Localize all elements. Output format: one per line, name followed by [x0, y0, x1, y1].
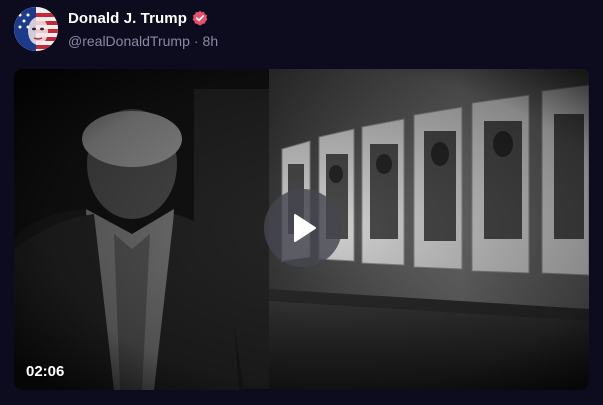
video-player[interactable]: 02:06 — [14, 69, 589, 390]
post-header: Donald J. Trump @realDonaldTrump · 8h — [14, 6, 218, 52]
avatar-image — [14, 7, 58, 51]
author-handle[interactable]: @realDonaldTrump — [68, 33, 190, 49]
play-icon — [294, 214, 316, 242]
play-button[interactable] — [264, 189, 342, 267]
post-meta: Donald J. Trump @realDonaldTrump · 8h — [68, 7, 218, 51]
avatar[interactable] — [14, 7, 58, 51]
author-name[interactable]: Donald J. Trump — [68, 10, 187, 27]
post-time[interactable]: 8h — [203, 33, 219, 49]
separator: · — [193, 33, 199, 49]
name-row: Donald J. Trump — [68, 7, 218, 29]
video-duration: 02:06 — [26, 363, 65, 380]
verified-badge-icon — [192, 10, 208, 26]
handle-row: @realDonaldTrump · 8h — [68, 31, 218, 51]
